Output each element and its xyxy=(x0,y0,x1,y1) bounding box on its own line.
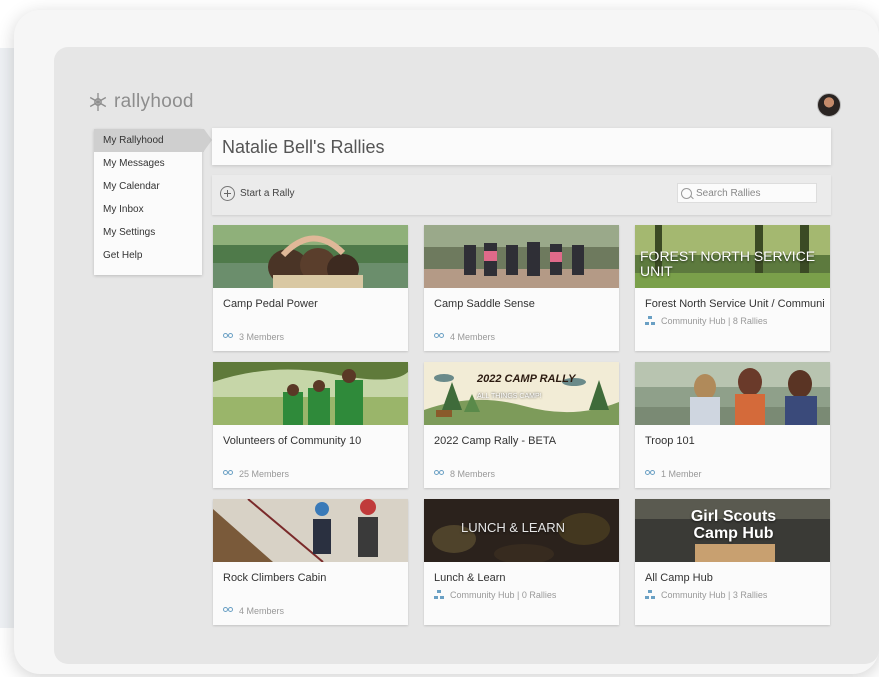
rallyhood-logo[interactable]: rallyhood xyxy=(88,91,194,113)
rally-card-image xyxy=(213,499,408,562)
search-rallies-input[interactable]: Search Rallies xyxy=(677,183,817,203)
community-hub-icon xyxy=(645,590,656,600)
snowflake-logo-icon xyxy=(89,93,107,111)
rally-card-meta: Community Hub | 0 Rallies xyxy=(434,590,556,600)
rally-card-title: Volunteers of Community 10 xyxy=(223,435,362,447)
rally-card-2022-camp-rally-beta[interactable]: 2022 CAMP RALLY ALL THINGS CAMP! 2022 Ca… xyxy=(424,362,619,488)
page-title-bar: Natalie Bell's Rallies xyxy=(212,128,831,165)
start-rally-button[interactable]: Start a Rally xyxy=(220,186,294,201)
members-icon xyxy=(434,333,445,341)
tablet-frame: rallyhood My Rallyhood My Messages My Ca… xyxy=(14,10,879,674)
community-hub-icon xyxy=(434,590,445,600)
rally-card-meta: 4 Members xyxy=(434,332,495,342)
rally-card-image xyxy=(213,362,408,425)
rally-card-title: Camp Pedal Power xyxy=(223,298,318,310)
logo-text: rallyhood xyxy=(114,91,194,112)
rally-card-all-camp-hub[interactable]: Girl Scouts Camp Hub All Camp Hub Commun… xyxy=(635,499,830,625)
hub-info: Community Hub | 3 Rallies xyxy=(661,590,768,600)
rally-card-camp-pedal-power[interactable]: Camp Pedal Power 3 Members xyxy=(213,225,408,351)
rally-card-meta: 25 Members xyxy=(223,469,289,479)
rally-card-image-text: LUNCH & LEARN xyxy=(461,520,566,535)
members-count: 1 Member xyxy=(661,469,702,479)
sidebar-item-my-calendar[interactable]: My Calendar xyxy=(94,175,202,198)
rally-card-image-text: FOREST NORTH SERVICE UNIT xyxy=(640,248,816,279)
rally-card-meta: 3 Members xyxy=(223,332,284,342)
rally-card-forest-north-service-unit[interactable]: FOREST NORTH SERVICE UNIT Forest North S… xyxy=(635,225,830,351)
rally-card-title: Troop 101 xyxy=(645,435,695,447)
user-avatar[interactable] xyxy=(817,93,841,117)
sidebar-nav: My Rallyhood My Messages My Calendar My … xyxy=(94,129,212,275)
rally-card-title: Forest North Service Unit / Community Hu… xyxy=(645,298,825,310)
rally-card-title: Lunch & Learn xyxy=(434,572,506,584)
app-screen: rallyhood My Rallyhood My Messages My Ca… xyxy=(54,47,879,664)
sidebar-item-my-rallyhood[interactable]: My Rallyhood xyxy=(94,129,212,152)
members-icon xyxy=(645,470,656,478)
rally-card-meta: 8 Members xyxy=(434,469,495,479)
rally-card-image-text: Girl Scouts Camp Hub xyxy=(690,508,777,542)
rally-card-image: FOREST NORTH SERVICE UNIT xyxy=(635,225,830,288)
search-icon xyxy=(681,187,692,199)
members-count: 3 Members xyxy=(239,332,285,342)
rally-card-volunteers-of-community-10[interactable]: Volunteers of Community 10 25 Members xyxy=(213,362,408,488)
rally-card-title: Camp Saddle Sense xyxy=(434,298,535,310)
rally-card-meta: Community Hub | 3 Rallies xyxy=(645,590,767,600)
members-count: 4 Members xyxy=(239,606,285,616)
rally-card-meta: 4 Members xyxy=(223,606,284,616)
page-title: Natalie Bell's Rallies xyxy=(222,137,385,157)
rally-card-image-subtext: ALL THINGS CAMP! xyxy=(477,393,542,400)
sidebar-item-my-messages[interactable]: My Messages xyxy=(94,152,202,175)
members-count: 4 Members xyxy=(450,332,496,342)
rally-card-title: Rock Climbers Cabin xyxy=(223,572,327,584)
hub-info: Community Hub | 8 Rallies xyxy=(661,316,768,326)
rally-card-image xyxy=(424,225,619,288)
rally-card-image xyxy=(213,225,408,288)
sidebar-item-my-inbox[interactable]: My Inbox xyxy=(94,198,202,221)
members-icon xyxy=(223,470,234,478)
rally-card-rock-climbers-cabin[interactable]: Rock Climbers Cabin 4 Members xyxy=(213,499,408,625)
rally-card-title: All Camp Hub xyxy=(645,572,713,584)
plus-circle-icon xyxy=(220,186,235,201)
members-icon xyxy=(223,607,234,615)
members-icon xyxy=(434,470,445,478)
hub-info: Community Hub | 0 Rallies xyxy=(450,590,557,600)
rally-card-meta: Community Hub | 8 Rallies xyxy=(645,316,767,326)
start-rally-label: Start a Rally xyxy=(240,188,295,199)
sidebar-item-get-help[interactable]: Get Help xyxy=(94,244,202,267)
rally-card-troop-101[interactable]: Troop 101 1 Member xyxy=(635,362,830,488)
rally-card-meta: 1 Member xyxy=(645,469,702,479)
community-hub-icon xyxy=(645,316,656,326)
rally-card-image xyxy=(635,362,830,425)
rally-card-image: LUNCH & LEARN xyxy=(424,499,619,562)
rally-card-image: 2022 CAMP RALLY ALL THINGS CAMP! xyxy=(424,362,619,425)
rally-card-image: Girl Scouts Camp Hub xyxy=(635,499,830,562)
members-count: 25 Members xyxy=(239,469,290,479)
search-placeholder: Search Rallies xyxy=(696,187,761,199)
rally-toolbar: Start a Rally Search Rallies xyxy=(212,175,831,215)
members-icon xyxy=(223,333,234,341)
rally-card-camp-saddle-sense[interactable]: Camp Saddle Sense 4 Members xyxy=(424,225,619,351)
members-count: 8 Members xyxy=(450,469,496,479)
rally-card-image-text: 2022 CAMP RALLY xyxy=(477,373,576,385)
rally-card-lunch-and-learn[interactable]: LUNCH & LEARN Lunch & Learn Community Hu… xyxy=(424,499,619,625)
rally-card-title: 2022 Camp Rally - BETA xyxy=(434,435,557,447)
sidebar-item-my-settings[interactable]: My Settings xyxy=(94,221,202,244)
